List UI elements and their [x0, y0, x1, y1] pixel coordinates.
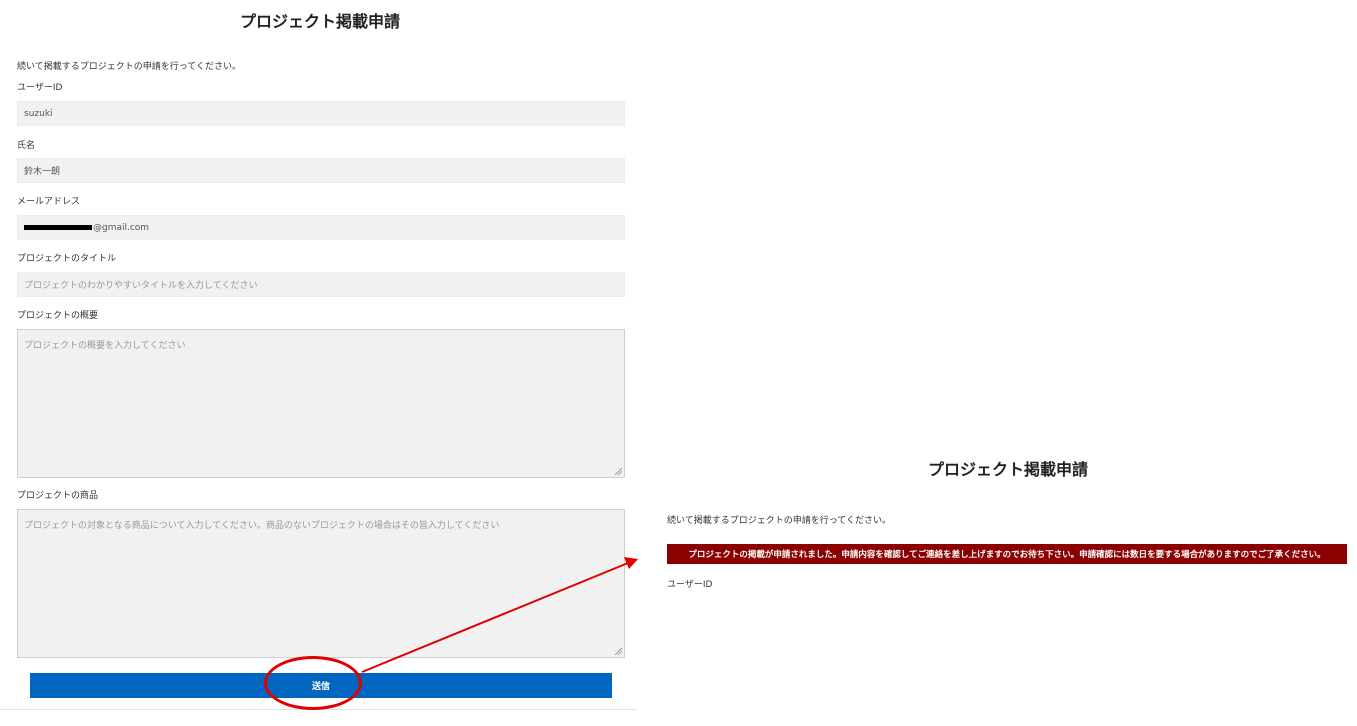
project-product-placeholder: プロジェクトの対象となる商品について入力してください。商品のないプロジェクトの場…: [24, 521, 500, 531]
project-title-input[interactable]: プロジェクトのわかりやすいタイトルを入力してください: [17, 272, 625, 297]
project-title-label: プロジェクトのタイトル: [17, 254, 117, 264]
full-name-field[interactable]: 鈴木一朗: [17, 158, 625, 183]
email-label: メールアドレス: [17, 197, 81, 207]
page-title: プロジェクト掲載申請: [239, 12, 400, 31]
result-intro-text: 続いて掲載するプロジェクトの申請を行ってください。: [667, 516, 892, 526]
user-id-value: suzuki: [24, 108, 53, 119]
resize-handle-icon[interactable]: [614, 467, 622, 475]
project-summary-placeholder: プロジェクトの概要を入力してください: [24, 341, 186, 351]
resize-handle-icon[interactable]: [614, 647, 622, 655]
user-id-field[interactable]: suzuki: [17, 101, 625, 126]
project-summary-label: プロジェクトの概要: [17, 311, 99, 321]
full-name-value: 鈴木一朗: [24, 167, 61, 177]
user-id-label: ユーザーID: [17, 83, 63, 93]
email-value: @gmail.com: [93, 222, 150, 233]
success-banner: プロジェクトの掲載が申請されました。申請内容を確認してご連絡を差し上げますのでお…: [667, 544, 1347, 564]
full-name-label: 氏名: [17, 141, 36, 151]
result-user-id-label: ユーザーID: [667, 580, 713, 590]
project-product-textarea[interactable]: プロジェクトの対象となる商品について入力してください。商品のないプロジェクトの場…: [17, 509, 625, 658]
project-product-label: プロジェクトの商品: [17, 491, 99, 501]
intro-text: 続いて掲載するプロジェクトの申請を行ってください。: [17, 62, 242, 72]
annotation-circle: [264, 656, 362, 710]
project-title-placeholder: プロジェクトのわかりやすいタイトルを入力してください: [24, 281, 258, 291]
email-field[interactable]: @gmail.com: [17, 215, 625, 240]
redacted-email-user: [24, 225, 92, 230]
result-page-title: プロジェクト掲載申請: [927, 460, 1088, 479]
project-summary-textarea[interactable]: プロジェクトの概要を入力してください: [17, 329, 625, 478]
